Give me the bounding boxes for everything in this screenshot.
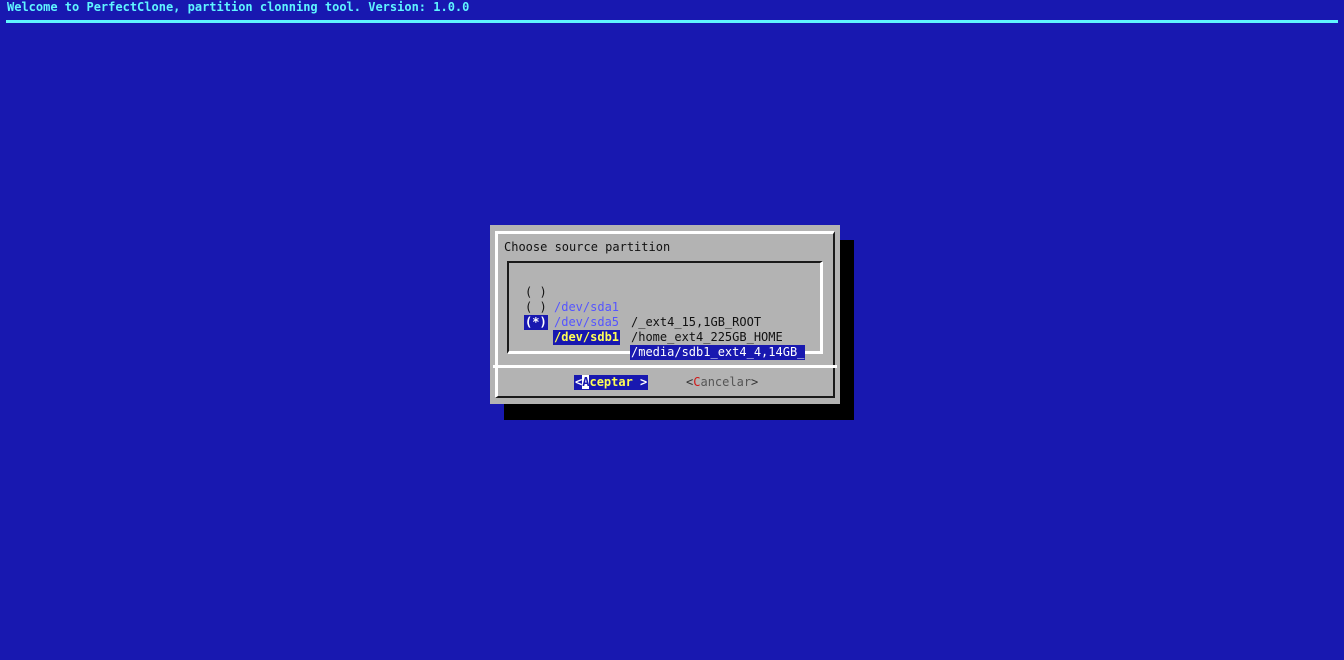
button-bar: <Aceptar > <Cancelar> <box>490 375 840 390</box>
device-name: /dev/sdb1 <box>553 330 621 345</box>
button-bracket: > <box>751 375 759 389</box>
button-bracket: > <box>632 375 648 389</box>
button-label: ceptar <box>589 375 633 389</box>
back-title-rule <box>6 20 1338 23</box>
aceptar-button[interactable]: <Aceptar > <box>574 375 649 390</box>
radio-button[interactable]: ( ) <box>524 300 548 315</box>
radio-button[interactable]: (*) <box>524 315 548 330</box>
partition-option-sda1[interactable]: ( ) /dev/sda1 /_ext4_15,1GB_ROOT <box>490 270 761 329</box>
cancelar-button[interactable]: <Cancelar> <box>686 375 758 390</box>
back-title: Welcome to PerfectClone, partition clonn… <box>7 0 470 14</box>
dialog-title: Choose source partition <box>504 240 671 254</box>
button-label: ancelar <box>700 375 752 389</box>
partition-description: /_ext4_15,1GB_ROOT <box>631 315 762 329</box>
partition-option-sda5[interactable]: ( ) /dev/sda5 /home_ext4_225GB_HOME <box>490 285 783 344</box>
partition-option-sdb1[interactable]: (*) /dev/sdb1 /media/sdb1_ext4_4,14GB_ <box>490 300 806 360</box>
device-name: /dev/sda1 <box>554 300 620 314</box>
button-separator <box>493 365 837 368</box>
radio-button[interactable]: ( ) <box>524 285 548 300</box>
device-name: /dev/sda5 <box>554 315 620 329</box>
partition-description: /media/sdb1_ext4_4,14GB_ <box>630 345 806 360</box>
partition-description: /home_ext4_225GB_HOME <box>631 330 783 344</box>
partition-dialog: Choose source partition ( ) /dev/sda1 /_… <box>490 225 840 404</box>
